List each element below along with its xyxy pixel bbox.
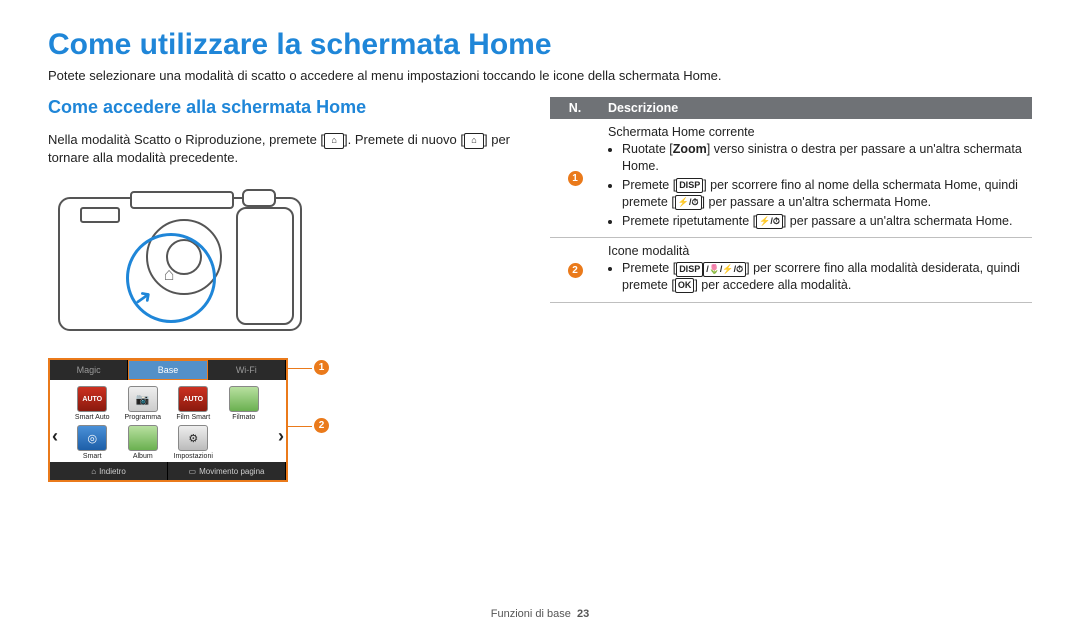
- row1-bullet: Premete ripetutamente [⚡/⏱] per passare …: [622, 213, 1024, 230]
- zoom-label: Zoom: [673, 142, 707, 156]
- table-row: 1 Schermata Home corrente Ruotate [Zoom]…: [550, 119, 1032, 238]
- bottombar-movement[interactable]: ▭Movimento pagina: [168, 462, 286, 480]
- row2-title: Icone modalità: [608, 244, 1024, 258]
- app-smart-auto[interactable]: AUTO Smart Auto: [70, 386, 115, 421]
- section-heading: Come accedere alla schermata Home: [48, 97, 518, 118]
- gear-icon: ⚙: [178, 425, 208, 451]
- camera-flash: [80, 207, 120, 223]
- disp-icon: DISP: [676, 178, 703, 193]
- flash-timer-icon: ⚡/⏱: [675, 195, 702, 210]
- app-programma[interactable]: 📷 Programma: [121, 386, 166, 421]
- row1-title: Schermata Home corrente: [608, 125, 1024, 139]
- smart-icon: ◎: [77, 425, 107, 451]
- text: ] per passare a un'altra schermata Home.: [702, 195, 932, 209]
- callout-number-1: 1: [314, 360, 329, 375]
- nav-next-icon[interactable]: ›: [278, 426, 284, 447]
- tab-wifi[interactable]: Wi-Fi: [208, 360, 286, 380]
- app-label: Programma: [124, 414, 161, 421]
- app-label: Smart: [83, 453, 102, 460]
- text: Ruotate [: [622, 142, 673, 156]
- app-label: Filmato: [232, 414, 255, 421]
- camera-top: [130, 191, 234, 209]
- tab-magic[interactable]: Magic: [50, 360, 128, 380]
- app-filmato[interactable]: Filmato: [222, 386, 267, 421]
- home-button-icon: ⌂: [154, 259, 184, 289]
- home-icon: ⌂: [464, 133, 484, 149]
- body-text-part: Nella modalità Scatto o Riproduzione, pr…: [48, 132, 324, 147]
- ok-icon: OK: [675, 278, 695, 293]
- app-label: Album: [133, 453, 153, 460]
- text: ] per accedere alla modalità.: [694, 278, 851, 292]
- home-icon: ⌂: [91, 467, 96, 476]
- table-row: 2 Icone modalità Premete [DISP/🌷/⚡/⏱] pe…: [550, 238, 1032, 303]
- camera-illustration: ⌂ ➜: [48, 179, 308, 344]
- text: ] per passare a un'altra schermata Home.: [783, 214, 1013, 228]
- app-film-smart[interactable]: AUTO Film Smart: [171, 386, 216, 421]
- nav-prev-icon[interactable]: ‹: [52, 426, 58, 447]
- app-album[interactable]: Album: [121, 425, 166, 460]
- home-icon: ⌂: [324, 133, 344, 149]
- footer-section: Funzioni di base: [491, 608, 571, 620]
- camera-grip: [236, 207, 294, 325]
- bottombar-back-label: Indietro: [99, 467, 126, 476]
- callout-line: [288, 426, 312, 427]
- footer-page-number: 23: [577, 608, 589, 620]
- row1-bullet: Premete [DISP] per scorrere fino al nome…: [622, 177, 1024, 211]
- row-number-2: 2: [568, 263, 583, 278]
- disp-icon: DISP: [676, 262, 703, 277]
- page-footer: Funzioni di base 23: [0, 608, 1080, 620]
- row2-bullet: Premete [DISP/🌷/⚡/⏱] per scorrere fino a…: [622, 260, 1024, 294]
- section-body: Nella modalità Scatto o Riproduzione, pr…: [48, 131, 518, 166]
- callout-number-2: 2: [314, 418, 329, 433]
- description-table: N. Descrizione 1 Schermata Home corrente…: [550, 97, 1032, 303]
- app-label: Film Smart: [176, 414, 210, 421]
- film-icon: [229, 386, 259, 412]
- bottombar-move-label: Movimento pagina: [199, 467, 264, 476]
- zoom-icon: ▭: [189, 467, 197, 476]
- home-screen-mock: Magic Base Wi-Fi ‹ › AUTO Smart Auto 📷 Pro…: [48, 358, 338, 482]
- app-impostazioni[interactable]: ⚙ Impostazioni: [171, 425, 216, 460]
- col-desc: Descrizione: [600, 97, 1032, 119]
- row1-bullet: Ruotate [Zoom] verso sinistra o destra p…: [622, 141, 1024, 175]
- col-n: N.: [550, 97, 600, 119]
- app-label: Smart Auto: [75, 414, 110, 421]
- bottombar-back[interactable]: ⌂Indietro: [50, 462, 168, 480]
- page-intro: Potete selezionare una modalità di scatt…: [48, 68, 1032, 83]
- film-auto-icon: AUTO: [178, 386, 208, 412]
- album-icon: [128, 425, 158, 451]
- app-smart[interactable]: ◎ Smart: [70, 425, 115, 460]
- page-title: Come utilizzare la schermata Home: [48, 28, 1032, 62]
- camera-shutter: [242, 189, 276, 207]
- text: Premete [: [622, 261, 676, 275]
- text: Premete [: [622, 178, 676, 192]
- macro-flash-timer-icon: /🌷/⚡/⏱: [703, 262, 746, 277]
- row-number-1: 1: [568, 171, 583, 186]
- body-text-part: ]. Premete di nuovo [: [344, 132, 464, 147]
- camera-auto-icon: AUTO: [77, 386, 107, 412]
- text: Premete ripetutamente [: [622, 214, 756, 228]
- app-label: Impostazioni: [174, 453, 213, 460]
- callout-line: [288, 368, 312, 369]
- camera-p-icon: 📷: [128, 386, 158, 412]
- flash-timer-icon: ⚡/⏱: [756, 214, 783, 229]
- tab-base[interactable]: Base: [128, 360, 207, 380]
